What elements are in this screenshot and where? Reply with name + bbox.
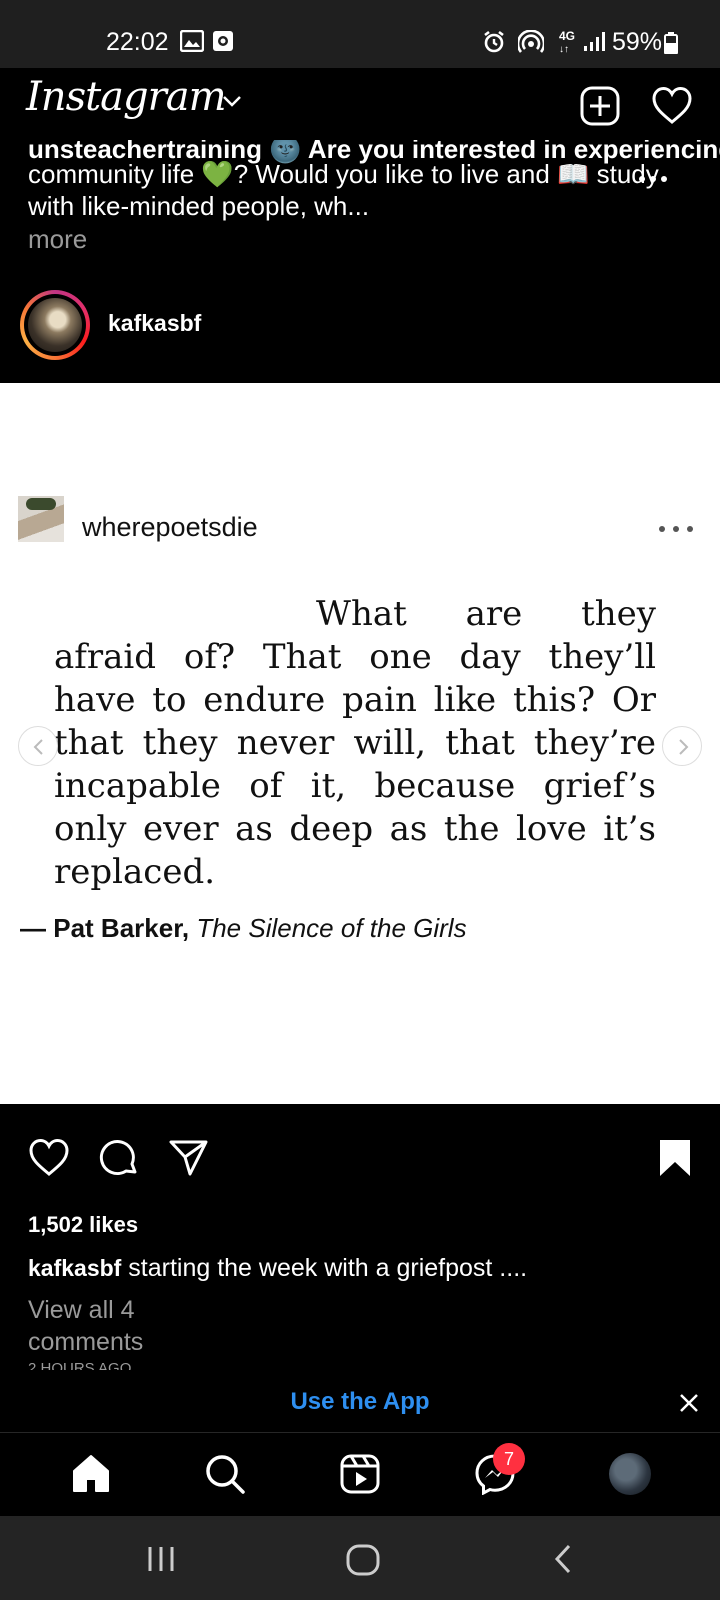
- back-icon[interactable]: [552, 1544, 574, 1579]
- hotspot-icon: [516, 29, 546, 59]
- avatar-image: [28, 298, 82, 352]
- instagram-logo[interactable]: Instagram: [26, 74, 227, 120]
- post-username[interactable]: kafkasbf: [108, 310, 201, 337]
- previous-post-caption: unsteachertraining 🌚 Are you interested …: [0, 140, 720, 382]
- more-link[interactable]: more: [28, 224, 87, 255]
- like-icon[interactable]: [28, 1138, 70, 1183]
- view-comments-link[interactable]: View all 4 comments: [28, 1294, 228, 1358]
- quote-author-avatar: [18, 496, 64, 542]
- home-icon[interactable]: [70, 1453, 112, 1500]
- alarm-icon: [482, 30, 506, 59]
- screen-record-icon: [212, 30, 234, 57]
- messenger-badge: 7: [493, 1443, 525, 1475]
- instagram-header: Instagram: [0, 68, 720, 144]
- post-caption: kafkasbf starting the week with a griefp…: [28, 1254, 527, 1283]
- previous-caption-text: community life 💚? Would you like to live…: [28, 159, 659, 221]
- bookmark-icon[interactable]: [658, 1138, 692, 1183]
- reels-icon[interactable]: [339, 1453, 381, 1500]
- profile-avatar[interactable]: [609, 1453, 651, 1495]
- attribution-author: Pat Barker,: [53, 913, 190, 943]
- heart-icon[interactable]: [651, 86, 693, 131]
- story-avatar[interactable]: [20, 290, 90, 360]
- gallery-icon: [179, 29, 205, 57]
- carousel-next-button[interactable]: [662, 726, 702, 766]
- battery-percent: 59%: [612, 28, 663, 56]
- use-app-link[interactable]: Use the App: [0, 1388, 720, 1416]
- comment-icon[interactable]: [98, 1138, 140, 1185]
- post-actions: 1,502 likes kafkasbf starting the week w…: [0, 1104, 720, 1404]
- chevron-down-icon[interactable]: [222, 94, 242, 112]
- post-time: 2 HOURS AGO: [28, 1360, 132, 1370]
- status-time: 22:02: [106, 28, 169, 56]
- use-app-banner: Use the App: [0, 1378, 720, 1432]
- network-label: 4G: [559, 29, 576, 43]
- system-nav-bar: [0, 1516, 720, 1600]
- signal-icon: [583, 30, 607, 57]
- search-icon[interactable]: [204, 1453, 246, 1500]
- attribution-dash: —: [20, 913, 54, 943]
- share-icon[interactable]: [168, 1138, 210, 1183]
- quote-attribution: — Pat Barker, The Silence of the Girls: [20, 913, 467, 944]
- caption-text: starting the week with a griefpost ....: [128, 1254, 528, 1282]
- bottom-nav: 7: [0, 1432, 720, 1516]
- network-type-4g: 4G ↓↑: [559, 29, 576, 55]
- quote-more-icon: [658, 520, 694, 538]
- more-options-icon[interactable]: [638, 170, 668, 188]
- caption-username[interactable]: kafkasbf: [28, 1255, 121, 1281]
- new-post-icon[interactable]: [580, 86, 620, 131]
- recent-apps-icon[interactable]: [146, 1544, 176, 1579]
- post-image[interactable]: wherepoetsdie What are they afraid of? T…: [0, 383, 720, 1104]
- close-icon[interactable]: [678, 1392, 700, 1419]
- status-bar: 22:02 4G ↓↑ 59%: [0, 0, 720, 68]
- likes-count[interactable]: 1,502 likes: [28, 1212, 138, 1238]
- quote-text: What are they afraid of? That one day th…: [54, 593, 656, 894]
- attribution-title: The Silence of the Girls: [196, 913, 467, 943]
- home-button-icon[interactable]: [346, 1544, 380, 1581]
- quote-author-name: wherepoetsdie: [82, 512, 258, 542]
- carousel-prev-button[interactable]: [18, 726, 58, 766]
- battery-icon: [664, 32, 678, 59]
